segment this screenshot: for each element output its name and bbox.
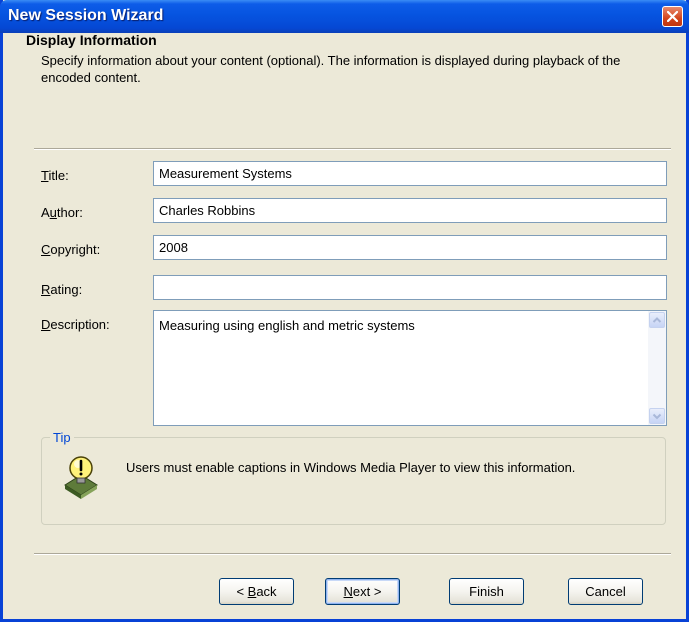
scroll-up-button[interactable] (649, 312, 665, 328)
tip-groupbox (41, 437, 666, 525)
header-divider (34, 148, 671, 150)
lightbulb-tip-icon (61, 453, 101, 504)
wizard-window: New Session Wizard Display Information S… (0, 0, 689, 622)
close-button[interactable] (662, 6, 683, 27)
author-field[interactable]: Charles Robbins (153, 198, 667, 223)
author-label: Author: (41, 205, 83, 220)
description-field[interactable]: Measuring using english and metric syste… (153, 310, 667, 426)
copyright-field[interactable]: 2008 (153, 235, 667, 260)
rating-field[interactable] (153, 275, 667, 300)
description-label: Description: (41, 317, 110, 332)
finish-button[interactable]: Finish (449, 578, 524, 605)
rating-label: Rating: (41, 282, 83, 297)
chevron-down-icon (652, 413, 662, 420)
copyright-label: Copyright: (41, 242, 101, 257)
chevron-up-icon (652, 317, 662, 323)
title-label: Title: (41, 168, 69, 183)
scroll-down-button[interactable] (649, 408, 665, 424)
footer-divider (34, 553, 671, 555)
cancel-button[interactable]: Cancel (568, 578, 643, 605)
back-button[interactable]: < Back (219, 578, 294, 605)
title-field[interactable]: Measurement Systems (153, 161, 667, 186)
tip-legend: Tip (50, 430, 74, 445)
tip-text: Users must enable captions in Windows Me… (126, 460, 576, 475)
description-scrollbar[interactable] (648, 311, 666, 425)
page-title: Display Information (26, 32, 157, 48)
close-icon (667, 11, 678, 22)
window-title: New Session Wizard (8, 7, 164, 24)
page-description: Specify information about your content (… (41, 53, 621, 85)
next-button[interactable]: Next > (325, 578, 400, 605)
title-bar[interactable]: New Session Wizard (0, 0, 689, 33)
description-text: Measuring using english and metric syste… (159, 318, 415, 333)
